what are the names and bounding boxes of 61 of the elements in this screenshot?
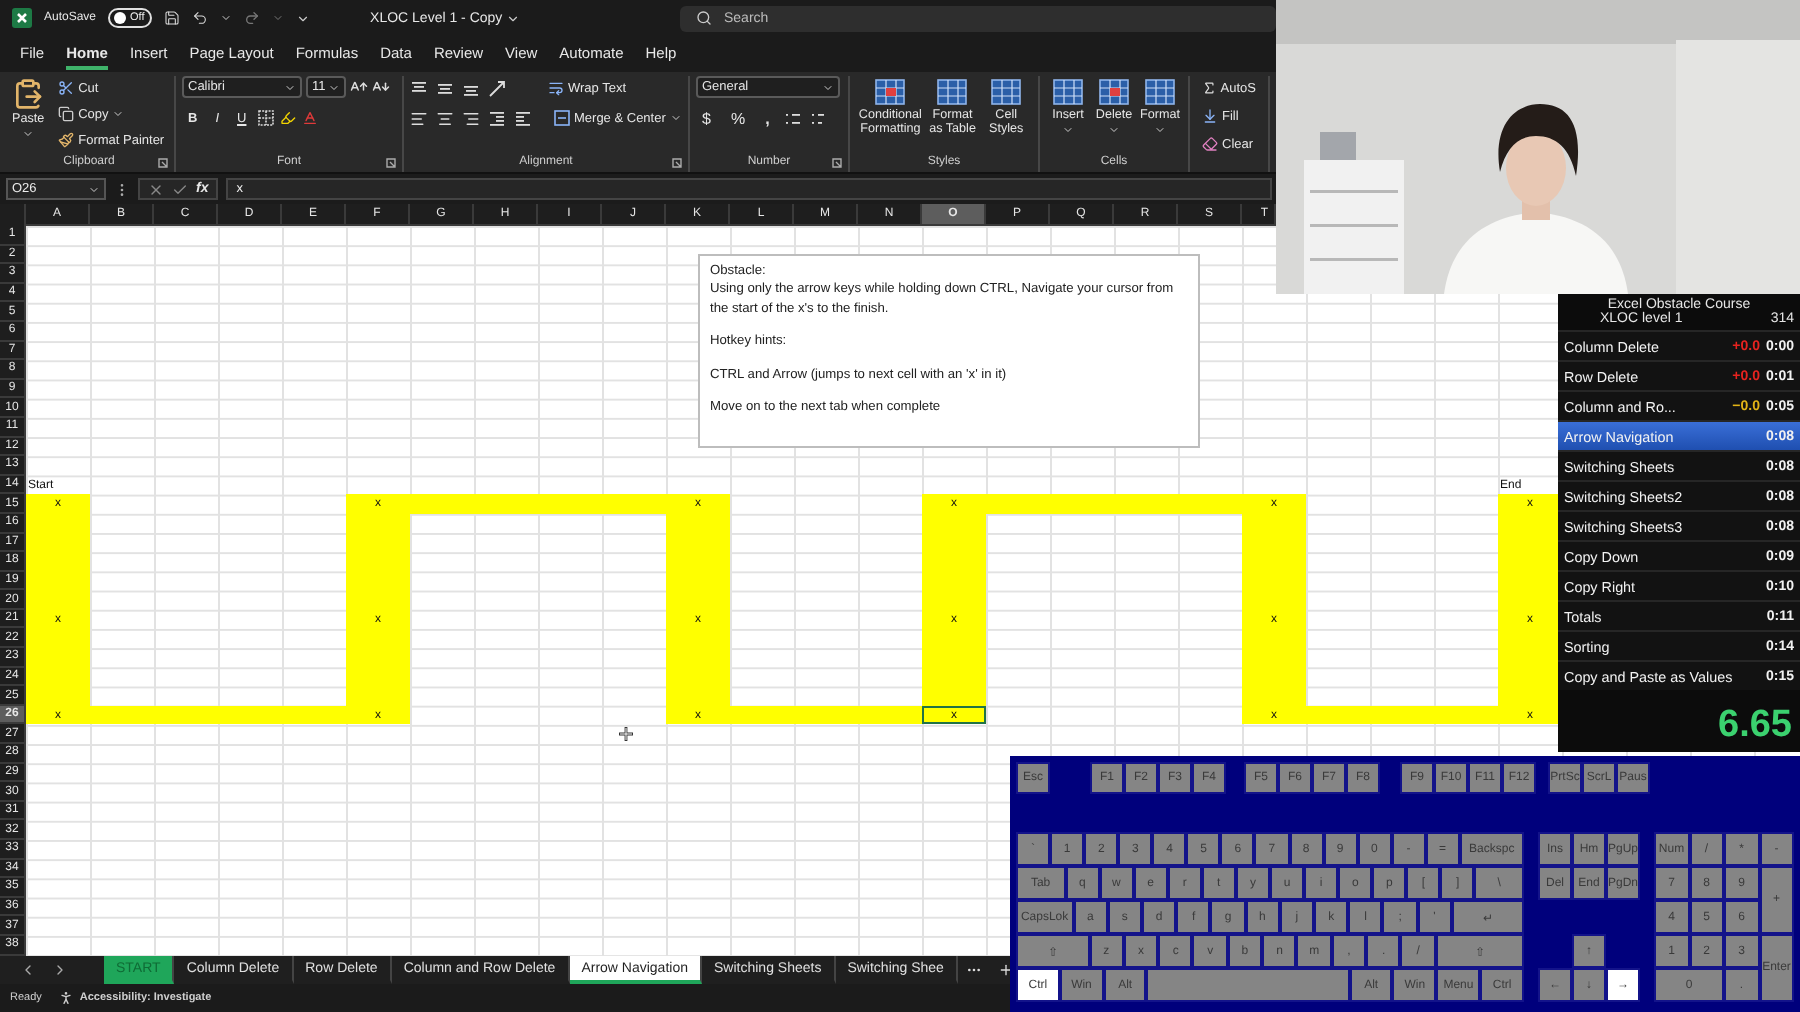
decrease-indent-icon[interactable] (488, 109, 506, 127)
undo-icon[interactable] (192, 10, 209, 26)
caret-icon (506, 11, 521, 25)
caret-icon (22, 128, 35, 141)
caret-icon (1108, 124, 1120, 137)
caret-icon[interactable] (220, 12, 233, 24)
caret-icon (328, 81, 340, 93)
merge-icon (554, 110, 570, 126)
cancel-icon[interactable] (148, 181, 164, 197)
search-icon (696, 10, 712, 26)
move-cursor-icon (618, 726, 634, 743)
add-sheet-icon[interactable] (997, 962, 1014, 978)
font-color-icon[interactable] (302, 110, 319, 126)
increase-indent-icon[interactable] (514, 109, 532, 127)
spreadsheet-app-icon (12, 8, 32, 28)
top-align-icon[interactable] (410, 79, 428, 97)
enter-icon[interactable] (172, 181, 188, 197)
caret-icon (1154, 124, 1166, 137)
table-icon[interactable] (1144, 78, 1176, 106)
caret-icon (1062, 124, 1074, 137)
fill-down-icon (1202, 108, 1218, 124)
fill-color-icon[interactable] (280, 110, 297, 126)
currency-button[interactable]: $ (696, 106, 717, 130)
caret-icon (88, 183, 100, 195)
table-icon[interactable] (874, 78, 907, 106)
table-icon[interactable] (936, 78, 969, 106)
paintbrush-icon (58, 132, 75, 148)
increase-font-icon[interactable] (350, 78, 368, 96)
caret-icon (822, 81, 834, 93)
percent-button[interactable]: % (724, 106, 752, 130)
middle-align-icon[interactable] (436, 79, 454, 97)
caret-icon (112, 108, 125, 120)
align-right-icon[interactable] (462, 109, 480, 127)
sum-icon (1202, 80, 1217, 96)
align-left-icon[interactable] (410, 109, 428, 127)
dialog-launcher-icon[interactable] (672, 157, 682, 167)
previous-sheet-icon[interactable] (20, 962, 36, 978)
next-sheet-icon[interactable] (52, 962, 68, 978)
scissors-icon (58, 80, 75, 96)
redo-icon[interactable] (244, 10, 261, 26)
table-icon[interactable] (1098, 78, 1130, 106)
eraser-icon (1202, 136, 1218, 152)
table-icon[interactable] (1052, 78, 1084, 106)
dialog-launcher-icon[interactable] (158, 157, 168, 167)
dialog-launcher-icon[interactable] (386, 157, 396, 167)
customize-caret-icon[interactable] (296, 11, 311, 25)
accessibility-icon[interactable] (57, 990, 74, 1006)
borders-icon[interactable] (258, 110, 275, 126)
dialog-launcher-icon[interactable] (832, 157, 842, 167)
caret-icon (284, 81, 296, 93)
save-icon[interactable] (164, 10, 181, 26)
wrap-text-icon (548, 80, 564, 96)
decrease-font-icon[interactable] (372, 78, 390, 96)
align-center-icon[interactable] (436, 109, 454, 127)
orientation-icon[interactable] (488, 79, 506, 97)
table-icon[interactable] (990, 78, 1023, 106)
caret-icon (669, 112, 682, 124)
clipboard-icon (12, 78, 45, 110)
copy-icon (58, 106, 75, 122)
comma-style-button[interactable]: , (759, 106, 776, 130)
timer-total: 6.65 (1716, 704, 1794, 750)
